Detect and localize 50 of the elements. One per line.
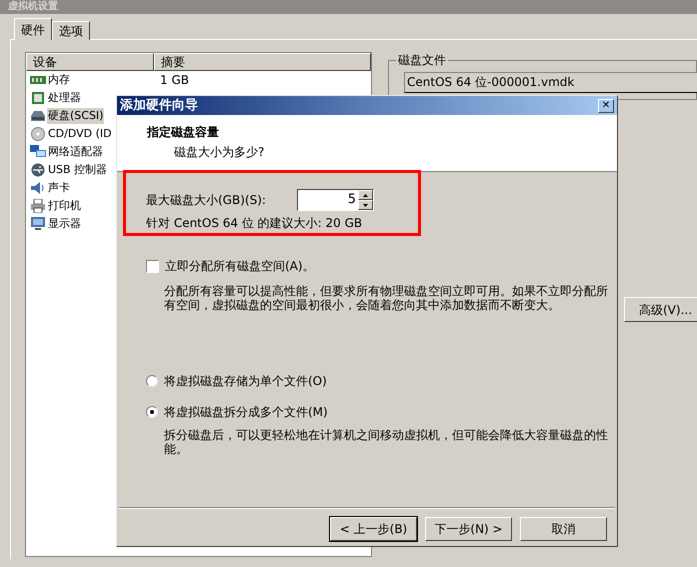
wizard-button[interactable]: < 上一步(B)	[330, 517, 417, 541]
chip-icon	[30, 91, 46, 105]
allocate-description: 分配所有容量可以提高性能，但要求所有物理磁盘空间立即可用。如果不立即分配所有空间，虚拟磁盘的空间最初很小，会随着您向其中添加数据而不断变大。	[163, 284, 609, 312]
speaker-icon	[30, 181, 46, 195]
wizard-button[interactable]: 取消	[520, 517, 607, 541]
down-arrow-icon	[363, 204, 368, 206]
monitor-icon	[30, 217, 46, 231]
device-name[interactable]: CD/DVD (ID	[47, 126, 113, 142]
checkbox-label[interactable]: 立即分配所有磁盘空间(A)。	[165, 257, 315, 275]
memory-icon	[30, 73, 46, 87]
size-value: 5	[346, 191, 357, 209]
usb-icon	[30, 163, 46, 177]
disk-file-field[interactable]: CentOS 64 位-000001.vmdk	[404, 72, 697, 93]
device-name[interactable]: 处理器	[47, 90, 82, 106]
radio-button[interactable]	[146, 406, 158, 418]
up-arrow-icon	[363, 194, 368, 196]
device-name[interactable]: 硬盘(SCSI)	[47, 108, 104, 124]
network-icon	[30, 145, 46, 159]
advanced-button[interactable]: 高级(V)...	[624, 297, 697, 322]
split-description: 拆分磁盘后，可以更轻松地在计算机之间移动虚拟机，但可能会降低大容量磁盘的性能。	[163, 428, 609, 456]
spin-up-button[interactable]	[358, 190, 373, 200]
device-name[interactable]: 内存	[47, 72, 71, 88]
hard-drive-icon	[30, 109, 46, 123]
tab[interactable]: 硬件	[14, 18, 52, 40]
device-name[interactable]: 网络适配器	[47, 144, 104, 160]
column-header[interactable]: 设备	[26, 53, 154, 71]
size-label: 最大磁盘大小(GB)(S):	[146, 192, 267, 209]
radio-label[interactable]: 将虚拟磁盘拆分成多个文件(M)	[164, 403, 328, 421]
column-header[interactable]: 摘要	[154, 53, 371, 71]
step-question: 磁盘大小为多少?	[173, 144, 266, 161]
recommendation-text: 针对 CentOS 64 位 的建议大小: 20 GB	[146, 215, 364, 232]
tab[interactable]: 选项	[52, 21, 90, 40]
close-button[interactable]: ✕	[598, 98, 614, 112]
step-heading: 指定磁盘容量	[147, 124, 220, 141]
disc-icon	[30, 127, 46, 141]
device-name[interactable]: 显示器	[47, 216, 82, 232]
dialog-title: 添加硬件向导	[120, 96, 198, 115]
device-name[interactable]: 声卡	[47, 180, 71, 196]
device-name[interactable]: 打印机	[47, 198, 82, 214]
spin-down-button[interactable]	[358, 200, 373, 210]
printer-icon	[30, 199, 46, 213]
radio-button[interactable]	[146, 375, 158, 387]
allocate-checkbox[interactable]	[146, 260, 159, 272]
window-title: 虚拟机设置	[8, 2, 58, 12]
size-spinner[interactable]: 5	[297, 189, 374, 211]
group-label: 磁盘文件	[396, 51, 448, 69]
device-name[interactable]: USB 控制器	[47, 162, 108, 178]
wizard-button[interactable]: 下一步(N) >	[425, 517, 512, 541]
device-summary: 1 GB	[159, 72, 189, 89]
radio-label[interactable]: 将虚拟磁盘存储为单个文件(O)	[164, 372, 327, 390]
